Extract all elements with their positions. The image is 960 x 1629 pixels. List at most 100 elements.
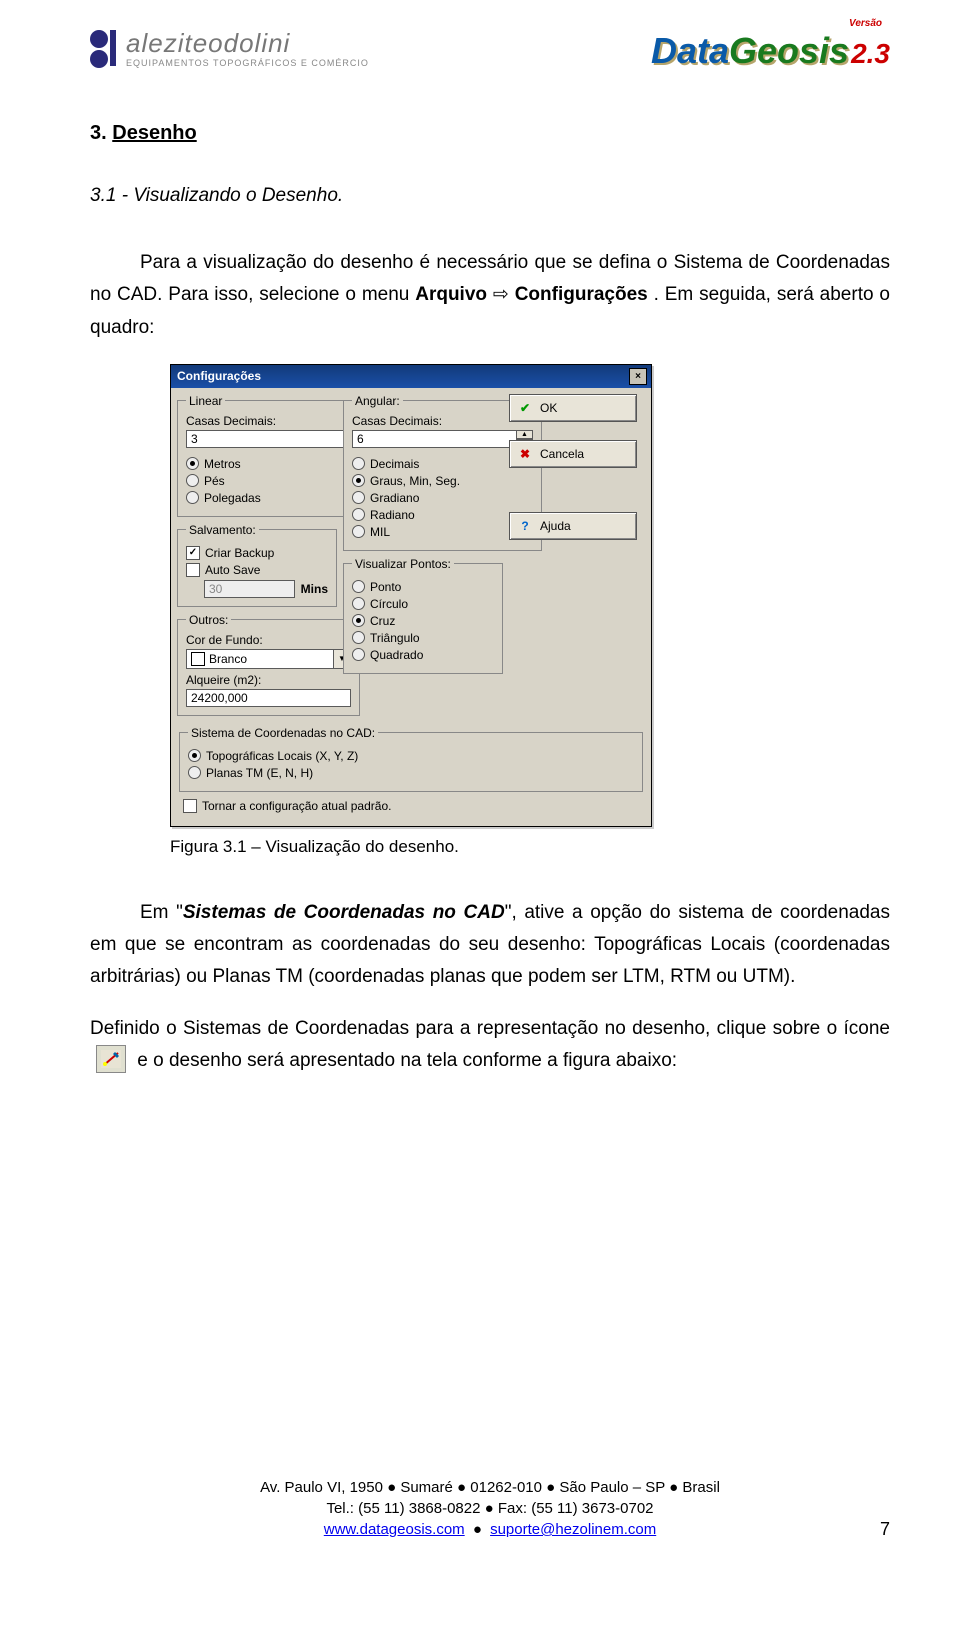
radio-topograficas[interactable]: Topográficas Locais (X, Y, Z) xyxy=(188,749,634,763)
sys-topograficas: Topográficas Locais (X, Y, Z) xyxy=(206,749,358,763)
radio-polegadas[interactable]: Polegadas xyxy=(186,491,367,505)
p2-q1: " xyxy=(176,902,183,923)
paragraph-1: Para a visualização do desenho é necessá… xyxy=(90,247,890,344)
page-header: aleziteodolini EQUIPAMENTOS TOPOGRÁFICOS… xyxy=(90,30,890,72)
radio-cruz[interactable]: Cruz xyxy=(352,614,494,628)
figure-dialog: Configurações × Linear Casas Decimais: ▲… xyxy=(90,364,890,827)
product-version-label: Versão xyxy=(849,18,882,29)
sistema-legend: Sistema de Coordenadas no CAD: xyxy=(188,726,378,740)
mode-gradiano: Gradiano xyxy=(370,491,419,505)
dialog-titlebar[interactable]: Configurações × xyxy=(171,365,651,388)
config-dialog: Configurações × Linear Casas Decimais: ▲… xyxy=(170,364,652,827)
cancel-button[interactable]: ✖ Cancela xyxy=(509,440,637,468)
swatch-icon xyxy=(191,652,205,666)
radio-ponto[interactable]: Ponto xyxy=(352,580,494,594)
mode-radiano: Radiano xyxy=(370,508,415,522)
linear-casas-label: Casas Decimais: xyxy=(186,414,367,428)
close-icon[interactable]: × xyxy=(629,368,647,385)
subsection-title: Visualizando o Desenho. xyxy=(133,185,343,206)
alqueire-input[interactable] xyxy=(186,689,351,707)
angular-casas-input[interactable] xyxy=(352,430,517,448)
radio-quadrado[interactable]: Quadrado xyxy=(352,648,494,662)
check-auto-save[interactable]: Auto Save xyxy=(186,563,328,577)
group-outros: Outros: Cor de Fundo: Branco ▼ Alqueire … xyxy=(177,613,360,716)
outros-legend: Outros: xyxy=(186,613,231,627)
subsection-heading: 3.1 - Visualizando o Desenho. xyxy=(90,185,890,207)
linear-legend: Linear xyxy=(186,394,225,408)
help-icon: ? xyxy=(518,519,532,533)
p1-menu-a: Arquivo xyxy=(415,284,493,305)
sys-planas: Planas TM (E, N, H) xyxy=(206,766,313,780)
footer-web-link[interactable]: www.datageosis.com xyxy=(324,1521,465,1538)
radio-circulo[interactable]: Círculo xyxy=(352,597,494,611)
mins-label: Mins xyxy=(301,582,328,596)
mode-decimais: Decimais xyxy=(370,457,419,471)
unit-pes: Pés xyxy=(204,474,225,488)
cancel-label: Cancela xyxy=(540,447,584,461)
radio-pes[interactable]: Pés xyxy=(186,474,367,488)
angular-legend: Angular: xyxy=(352,394,403,408)
mode-mil: MIL xyxy=(370,525,390,539)
product-name-b: Geosis xyxy=(729,30,849,72)
radio-mil[interactable]: MIL xyxy=(352,525,533,539)
section-heading: 3. Desenho xyxy=(90,122,890,145)
subsection-num: 3.1 - xyxy=(90,185,128,206)
p1-menu-b: Configurações xyxy=(515,284,648,305)
group-salvamento: Salvamento: Criar Backup Auto Save Mins xyxy=(177,523,337,607)
page-number: 7 xyxy=(860,1519,890,1540)
vis-quadrado: Quadrado xyxy=(370,648,423,662)
dialog-title: Configurações xyxy=(177,369,261,383)
vis-triangulo: Triângulo xyxy=(370,631,420,645)
unit-polegadas: Polegadas xyxy=(204,491,261,505)
check-icon: ✔ xyxy=(518,401,532,415)
visualizar-legend: Visualizar Pontos: xyxy=(352,557,454,571)
radio-radiano[interactable]: Radiano xyxy=(352,508,533,522)
section-num: 3. xyxy=(90,122,107,144)
company-name: aleziteodolini xyxy=(126,30,369,56)
help-label: Ajuda xyxy=(540,519,571,533)
footer-address: Av. Paulo VI, 1950 ● Sumaré ● 01262-010 … xyxy=(120,1477,860,1498)
radio-metros[interactable]: Metros xyxy=(186,457,367,471)
radio-decimais[interactable]: Decimais xyxy=(352,457,533,471)
cor-label: Cor de Fundo: xyxy=(186,633,351,647)
check-criar-backup[interactable]: Criar Backup xyxy=(186,546,328,560)
angular-casas-label: Casas Decimais: xyxy=(352,414,533,428)
group-visualizar: Visualizar Pontos: Ponto Círculo Cruz Tr… xyxy=(343,557,503,674)
vis-cruz: Cruz xyxy=(370,614,395,628)
tornar-padrao-label: Tornar a configuração atual padrão. xyxy=(202,799,391,813)
radio-triangulo[interactable]: Triângulo xyxy=(352,631,494,645)
alq-label: Alqueire (m2): xyxy=(186,673,351,687)
footer-mail-link[interactable]: suporte@hezolinem.com xyxy=(490,1521,656,1538)
mode-gms: Graus, Min, Seg. xyxy=(370,474,460,488)
company-logo: aleziteodolini EQUIPAMENTOS TOPOGRÁFICOS… xyxy=(90,30,369,68)
ok-button[interactable]: ✔ OK xyxy=(509,394,637,422)
cor-value: Branco xyxy=(209,652,333,666)
radio-gradiano[interactable]: Gradiano xyxy=(352,491,533,505)
toolbar-draw-icon[interactable] xyxy=(96,1045,126,1073)
help-button[interactable]: ? Ajuda xyxy=(509,512,637,540)
linear-casas-input[interactable] xyxy=(186,430,351,448)
x-icon: ✖ xyxy=(518,447,532,461)
product-name-a: Data xyxy=(651,30,729,72)
footer-tel: Tel.: (55 11) 3868-0822 ● Fax: (55 11) 3… xyxy=(120,1498,860,1519)
company-sub: EQUIPAMENTOS TOPOGRÁFICOS E COMÉRCIO xyxy=(126,59,369,68)
p2-b: Sistemas de Coordenadas no CAD xyxy=(183,902,505,923)
figure-caption: Figura 3.1 – Visualização do desenho. xyxy=(170,837,890,857)
group-sistema: Sistema de Coordenadas no CAD: Topográfi… xyxy=(179,726,643,792)
criar-backup-label: Criar Backup xyxy=(205,546,274,560)
paragraph-2: Em "Sistemas de Coordenadas no CAD", ati… xyxy=(90,897,890,1077)
auto-save-label: Auto Save xyxy=(205,563,260,577)
check-tornar-padrao[interactable]: Tornar a configuração atual padrão. xyxy=(183,799,639,813)
radio-planas-tm[interactable]: Planas TM (E, N, H) xyxy=(188,766,634,780)
mins-input xyxy=(204,580,295,598)
vis-ponto: Ponto xyxy=(370,580,401,594)
product-version: 2.3 xyxy=(851,38,890,70)
company-mark-icon xyxy=(90,30,116,68)
p3-a: Definido o Sistemas de Coordenadas para … xyxy=(90,1018,890,1039)
radio-gms[interactable]: Graus, Min, Seg. xyxy=(352,474,533,488)
p3-b: e o desenho será apresentado na tela con… xyxy=(137,1050,677,1071)
ok-label: OK xyxy=(540,401,557,415)
arrow-icon: ⇨ xyxy=(493,284,509,305)
cor-combo[interactable]: Branco ▼ xyxy=(186,649,351,669)
p2-a: Em xyxy=(140,902,176,923)
